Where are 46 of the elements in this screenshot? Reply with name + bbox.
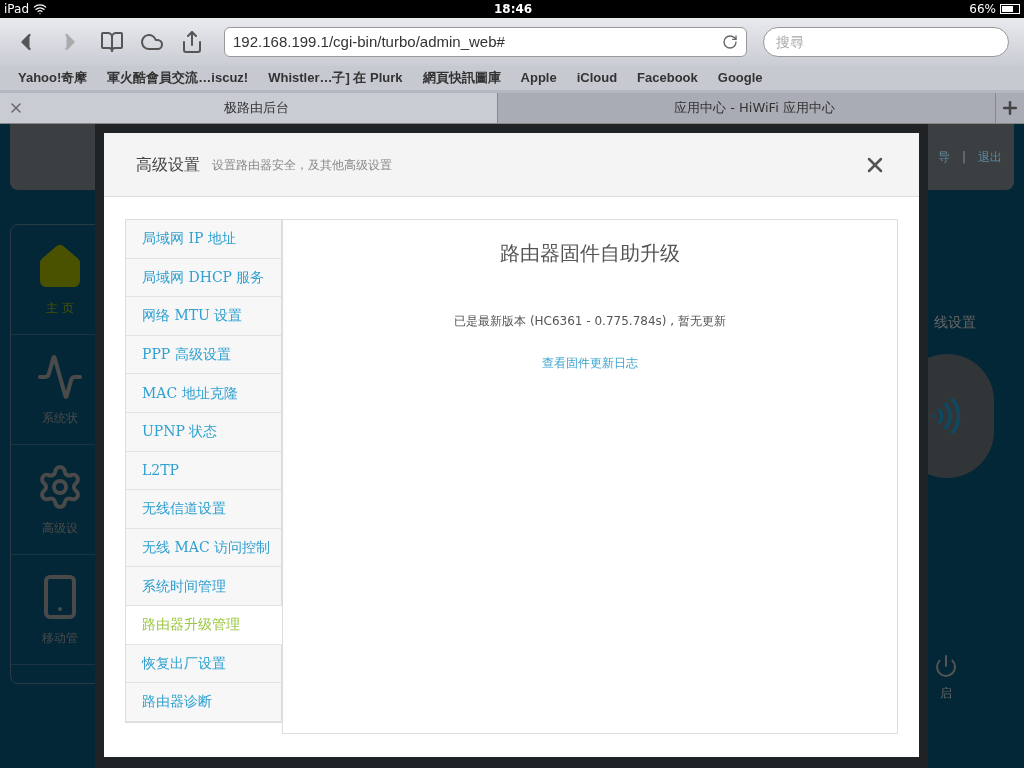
browser-tab[interactable]: 极路由后台 — [0, 93, 498, 123]
wifi-icon — [33, 2, 47, 16]
bookmark-link[interactable]: Google — [717, 68, 763, 88]
battery-icon — [1000, 4, 1020, 14]
menu-item[interactable]: 路由器升级管理 — [126, 605, 282, 645]
browser-tab[interactable]: 应用中心 - HiWiFi 应用中心 — [498, 93, 996, 123]
version-status: 已是最新版本 (HC6361 - 0.775.784s) , 暂无更新 — [454, 313, 726, 330]
address-field[interactable]: 192.168.199.1/cgi-bin/turbo/admin_web# — [224, 27, 747, 57]
battery-percent: 66% — [969, 1, 996, 18]
bookmarks-button[interactable] — [100, 30, 124, 54]
menu-item[interactable]: 系统时间管理 — [126, 567, 281, 606]
restart-label: 启 — [940, 685, 952, 702]
new-tab-icon[interactable] — [1000, 98, 1020, 118]
bookmark-link[interactable]: iCloud — [576, 68, 618, 88]
bookmark-link[interactable]: Whistler…子] 在 Plurk — [268, 68, 403, 88]
menu-item[interactable]: L2TP — [126, 451, 281, 491]
header-link[interactable]: 退出 — [978, 148, 1002, 166]
bookmark-link[interactable]: Facebook — [637, 68, 698, 88]
menu-item[interactable]: UPNP 状态 — [126, 412, 281, 452]
menu-item[interactable]: 局域网 IP 地址 — [126, 220, 281, 259]
changelog-link[interactable]: 查看固件更新日志 — [542, 354, 638, 372]
wireless-label: 线设置 — [934, 313, 976, 332]
clock: 18:46 — [494, 1, 533, 18]
url-text: 192.168.199.1/cgi-bin/turbo/admin_web# — [233, 31, 506, 52]
pulse-icon — [36, 352, 84, 401]
menu-item[interactable]: 无线信道设置 — [126, 490, 281, 529]
device-name: iPad — [4, 1, 29, 18]
bookmark-link[interactable]: Yahoo!奇摩 — [18, 68, 88, 88]
menu-item[interactable]: 无线 MAC 访问控制 — [126, 528, 281, 568]
menu-item[interactable]: 路由器诊断 — [126, 683, 281, 722]
header-link[interactable]: 导 — [937, 148, 950, 166]
content-heading: 路由器固件自助升级 — [500, 240, 680, 267]
menu-item[interactable]: 网络 MTU 设置 — [126, 297, 281, 336]
menu-item[interactable]: 局域网 DHCP 服务 — [126, 258, 281, 298]
reload-icon[interactable] — [722, 34, 738, 50]
menu-item[interactable]: 恢复出厂设置 — [126, 644, 281, 684]
modal-title: 高级设置 — [136, 153, 200, 176]
bookmark-link[interactable]: Apple — [520, 68, 557, 88]
share-button[interactable] — [180, 30, 204, 54]
menu-item[interactable]: PPP 高级设置 — [126, 335, 281, 375]
menu-item[interactable]: MAC 地址克隆 — [126, 374, 281, 413]
separator: | — [961, 149, 966, 166]
bookmark-link[interactable]: 軍火酷會員交流…iscuz! — [107, 68, 249, 88]
search-field[interactable]: 搜尋 — [763, 27, 1009, 57]
modal-subtitle: 设置路由器安全，及其他高级设置 — [212, 156, 393, 174]
bookmark-link[interactable]: 網頁快訊圖庫 — [422, 68, 501, 88]
